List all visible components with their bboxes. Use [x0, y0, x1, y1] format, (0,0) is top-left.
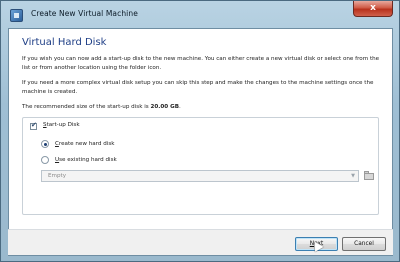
create-new-disk-radio[interactable]: [41, 140, 49, 148]
recommended-size-value: 20.00 GB: [150, 104, 179, 110]
startup-disk-label[interactable]: Start-up Disk: [43, 122, 80, 128]
intro-paragraph: If you wish you can now add a start-up d…: [22, 56, 380, 71]
wizard-window: Create New Virtual Machine x Virtual Har…: [0, 0, 400, 262]
startup-disk-checkbox[interactable]: [30, 121, 37, 130]
window-title: Create New Virtual Machine: [31, 9, 138, 18]
folder-icon[interactable]: [364, 170, 375, 181]
wizard-page: Virtual Hard Disk If you wish you can no…: [8, 28, 393, 256]
cancel-button[interactable]: Cancel: [342, 237, 386, 251]
chevron-down-icon: ▼: [351, 173, 355, 179]
complex-setup-paragraph: If you need a more complex virtual disk …: [22, 80, 374, 95]
page-title: Virtual Hard Disk: [22, 37, 107, 48]
existing-disk-select[interactable]: Empty ▼: [41, 170, 359, 182]
app-icon: [10, 9, 23, 22]
use-existing-disk-radio[interactable]: [41, 156, 49, 164]
recommended-size-text: The recommended size of the start-up dis…: [22, 104, 181, 110]
existing-disk-select-value: Empty: [48, 173, 67, 179]
startup-disk-group: Start-up Disk Create new hard disk Use e…: [22, 117, 379, 215]
use-existing-disk-label[interactable]: Use existing hard disk: [55, 157, 117, 163]
close-button[interactable]: x: [353, 1, 393, 17]
title-bar[interactable]: Create New Virtual Machine x: [1, 1, 399, 29]
create-new-disk-label[interactable]: Create new hard disk: [55, 141, 114, 147]
button-bar: Next Cancel: [8, 229, 393, 255]
